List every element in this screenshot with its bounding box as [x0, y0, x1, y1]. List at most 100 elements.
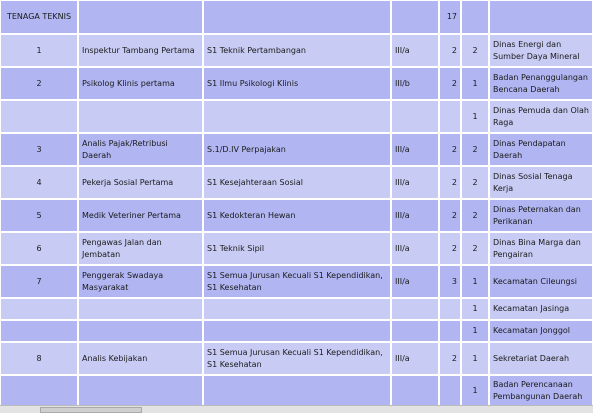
allocation-count: 1 — [461, 320, 489, 342]
grade: III/a — [391, 342, 439, 375]
row-number: 7 — [0, 265, 78, 298]
quota-count: 2 — [439, 34, 461, 67]
position-name: Analis Pajak/Retribusi Daerah — [78, 133, 203, 166]
table-row: 1 Dinas Pemuda dan Olah Raga — [0, 100, 593, 133]
work-unit: Sekretariat Daerah — [489, 342, 593, 375]
work-unit: Kecamatan Jasinga — [489, 298, 593, 320]
allocation-count: 1 — [461, 67, 489, 100]
grade: III/a — [391, 199, 439, 232]
grade: III/a — [391, 232, 439, 265]
row-number: 6 — [0, 232, 78, 265]
allocation-count: 1 — [461, 100, 489, 133]
qualification: S1 Semua Jurusan Kecuali S1 Kependidikan… — [203, 342, 391, 375]
table-row: 5 Medik Veteriner Pertama S1 Kedokteran He… — [0, 199, 593, 232]
position-name: Analis Kebijakan — [78, 342, 203, 375]
work-unit: Badan Penanggulangan Bencana Daerah — [489, 67, 593, 100]
work-unit: Dinas Pendapatan Daerah — [489, 133, 593, 166]
row-number: 1 — [0, 34, 78, 67]
qualification — [203, 375, 391, 406]
qualification: S1 Semua Jurusan Kecuali S1 Kependidikan… — [203, 265, 391, 298]
work-unit: Dinas Energi dan Sumber Daya Mineral — [489, 34, 593, 67]
qualification: S.1/D.IV Perpajakan — [203, 133, 391, 166]
table-row: 2 Psikolog Klinis pertama S1 Ilmu Psikolog… — [0, 67, 593, 100]
grade: III/a — [391, 133, 439, 166]
position-name: Penggerak Swadaya Masyarakat — [78, 265, 203, 298]
table-row: 3 Analis Pajak/Retribusi Daerah S.1/D.IV P… — [0, 133, 593, 166]
grade — [391, 298, 439, 320]
quota-count — [439, 320, 461, 342]
qualification: S1 Kedokteran Hewan — [203, 199, 391, 232]
work-unit: Badan Perencanaan Pembangunan Daerah — [489, 375, 593, 406]
quota-count — [439, 100, 461, 133]
quota-count: 2 — [439, 166, 461, 199]
allocation-count: 1 — [461, 265, 489, 298]
row-number — [0, 100, 78, 133]
quota-count — [439, 375, 461, 406]
table-row: 1 Badan Perencanaan Pembangunan Daerah — [0, 375, 593, 406]
allocation-count: 2 — [461, 199, 489, 232]
qualification: S1 Ilmu Psikologi Klinis — [203, 67, 391, 100]
position-name: Inspektur Tambang Pertama — [78, 34, 203, 67]
grade: III/a — [391, 265, 439, 298]
allocation-count: 2 — [461, 133, 489, 166]
grade — [391, 375, 439, 406]
position-name: Medik Veteriner Pertama — [78, 199, 203, 232]
grade — [391, 320, 439, 342]
position-name — [78, 375, 203, 406]
work-unit: Dinas Pemuda dan Olah Raga — [489, 100, 593, 133]
qualification: S1 Teknik Sipil — [203, 232, 391, 265]
quota-count: 3 — [439, 265, 461, 298]
category-label: TENAGA TEKNIS — [0, 0, 78, 34]
row-number: 2 — [0, 67, 78, 100]
work-unit: Dinas Peternakan dan Perikanan — [489, 199, 593, 232]
work-unit: Dinas Sosial Tenaga Kerja — [489, 166, 593, 199]
qualification — [203, 320, 391, 342]
table-row: 6 Pengawas Jalan dan Jembatan S1 Teknik Si… — [0, 232, 593, 265]
qualification: S1 Kesejahteraan Sosial — [203, 166, 391, 199]
row-number: 3 — [0, 133, 78, 166]
allocation-count: 2 — [461, 232, 489, 265]
quota-count: 2 — [439, 232, 461, 265]
work-unit: Dinas Bina Marga dan Pengairan — [489, 232, 593, 265]
scrollbar-thumb[interactable] — [40, 407, 142, 413]
row-number: 4 — [0, 166, 78, 199]
formation-table: TENAGA TEKNIS 17 1 Inspektur Tambang Pert… — [0, 0, 593, 406]
quota-count — [439, 298, 461, 320]
quota-count: 2 — [439, 199, 461, 232]
position-name — [78, 320, 203, 342]
position-name — [78, 100, 203, 133]
row-number — [0, 320, 78, 342]
grade: III/a — [391, 34, 439, 67]
table-row: 4 Pekerja Sosial Pertama S1 Kesejahteraan … — [0, 166, 593, 199]
table-row: 1 Kecamatan Jasinga — [0, 298, 593, 320]
page-edge — [593, 0, 600, 412]
table-row: 8 Analis Kebijakan S1 Semua Jurusan Kecual… — [0, 342, 593, 375]
allocation-count: 2 — [461, 34, 489, 67]
header-row: TENAGA TEKNIS 17 — [0, 0, 593, 34]
position-name — [78, 298, 203, 320]
position-name: Pengawas Jalan dan Jembatan — [78, 232, 203, 265]
table-row: 1 Kecamatan Jonggol — [0, 320, 593, 342]
row-number: 5 — [0, 199, 78, 232]
qualification — [203, 298, 391, 320]
qualification — [203, 100, 391, 133]
table-row: 1 Inspektur Tambang Pertama S1 Teknik Pert… — [0, 34, 593, 67]
position-name: Pekerja Sosial Pertama — [78, 166, 203, 199]
allocation-count: 1 — [461, 342, 489, 375]
position-name: Psikolog Klinis pertama — [78, 67, 203, 100]
qualification: S1 Teknik Pertambangan — [203, 34, 391, 67]
allocation-count: 2 — [461, 166, 489, 199]
allocation-count: 1 — [461, 298, 489, 320]
row-number: 8 — [0, 342, 78, 375]
quota-count: 2 — [439, 342, 461, 375]
quota-count: 2 — [439, 67, 461, 100]
work-unit: Kecamatan Jonggol — [489, 320, 593, 342]
grade — [391, 100, 439, 133]
grade: III/b — [391, 67, 439, 100]
allocation-count: 1 — [461, 375, 489, 406]
grade: III/a — [391, 166, 439, 199]
work-unit: Kecamatan Cileungsi — [489, 265, 593, 298]
row-number — [0, 375, 78, 406]
category-total: 17 — [439, 0, 461, 34]
quota-count: 2 — [439, 133, 461, 166]
